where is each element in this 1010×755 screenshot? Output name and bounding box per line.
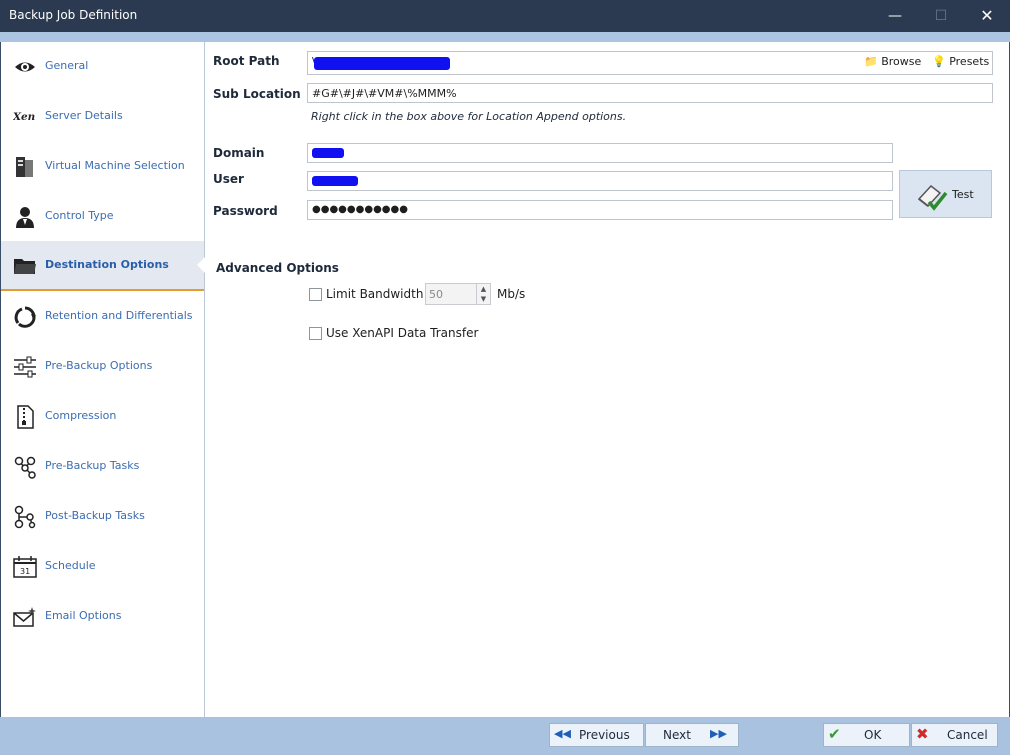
recycle-icon (14, 306, 36, 328)
window-title: Backup Job Definition (9, 8, 138, 22)
sidebar-item-label: Virtual Machine Selection (45, 159, 185, 172)
presets-button[interactable]: 💡 Presets (932, 55, 989, 68)
sidebar-item-retention-and-differentials[interactable]: Retention and Differentials (1, 292, 204, 340)
sidebar-item-email-options[interactable]: Email Options (1, 592, 204, 640)
svg-text:31: 31 (20, 567, 30, 576)
folder-search-icon: 📁 (864, 55, 878, 68)
sidebar: General Xen Server Details Virtual Machi… (1, 42, 205, 717)
sidebar-item-post-backup-tasks[interactable]: Post-Backup Tasks (1, 492, 204, 540)
presets-label: Presets (949, 55, 990, 68)
eraser-check-icon (917, 184, 948, 211)
ok-button[interactable]: ✔ OK (823, 723, 910, 747)
sidebar-item-server-details[interactable]: Xen Server Details (1, 92, 204, 140)
sidebar-item-label: Pre-Backup Options (45, 359, 153, 372)
browse-label: Browse (881, 55, 922, 68)
sidebar-item-pre-backup-tasks[interactable]: Pre-Backup Tasks (1, 442, 204, 490)
footer-bar: ◀◀ Previous Next ▶▶ ✔ OK ✖ Cancel (0, 717, 1010, 755)
xen-logo-icon: Xen (13, 111, 35, 123)
sidebar-item-schedule[interactable]: 31 Schedule (1, 542, 204, 590)
close-button[interactable]: ✕ (964, 0, 1010, 32)
root-path-input[interactable]: \ 📁 Browse 💡 Presets (307, 51, 993, 75)
sidebar-item-pre-backup-options[interactable]: Pre-Backup Options (1, 342, 204, 390)
sub-location-input[interactable]: #G#\#J#\#VM#\%MMM% (307, 83, 993, 103)
minimize-icon: — (888, 8, 902, 24)
folder-icon (14, 259, 36, 274)
envelope-icon (13, 607, 36, 627)
xenapi-transfer-label: Use XenAPI Data Transfer (326, 326, 479, 340)
limit-bandwidth-checkbox[interactable] (309, 288, 322, 301)
test-button[interactable]: Test (899, 170, 992, 218)
sliders-icon (14, 356, 36, 378)
bandwidth-unit: Mb/s (497, 287, 526, 301)
sidebar-item-label: Control Type (45, 209, 114, 222)
xenapi-transfer-checkbox[interactable] (309, 327, 322, 340)
ok-label: OK (864, 728, 882, 742)
password-label: Password (213, 204, 278, 218)
sub-location-value: #G#\#J#\#VM#\%MMM% (312, 87, 457, 100)
close-icon: ✕ (980, 6, 994, 25)
redaction-mark (314, 57, 450, 70)
lightbulb-icon: 💡 (932, 55, 946, 68)
sidebar-item-compression[interactable]: Compression (1, 392, 204, 440)
sidebar-item-label: Email Options (45, 609, 122, 622)
calendar-icon: 31 (13, 556, 37, 578)
sidebar-item-label: Schedule (45, 559, 96, 572)
redaction-mark (312, 176, 358, 186)
destination-options-panel: Root Path \ 📁 Browse 💡 Presets Sub Locat… (205, 42, 1009, 717)
sidebar-item-label: General (45, 59, 89, 72)
advanced-options-heading: Advanced Options (216, 261, 339, 275)
sidebar-item-label: Compression (45, 409, 117, 422)
tasks-icon (14, 456, 36, 479)
sidebar-item-general[interactable]: General (1, 42, 204, 90)
stepper-arrows-icon[interactable]: ▲ ▼ (476, 284, 490, 304)
domain-input[interactable] (307, 143, 893, 163)
bandwidth-stepper[interactable]: 50 ▲ ▼ (425, 283, 491, 305)
user-input[interactable] (307, 171, 893, 191)
previous-button[interactable]: ◀◀ Previous (549, 723, 644, 747)
cross-icon: ✖ (916, 725, 929, 743)
cancel-label: Cancel (947, 728, 988, 742)
maximize-button[interactable]: ☐ (918, 0, 964, 32)
minimize-button[interactable]: — (872, 0, 918, 32)
domain-label: Domain (213, 146, 265, 160)
header-accent-strip (0, 32, 1010, 42)
sidebar-item-control-type[interactable]: Control Type (1, 192, 204, 240)
sidebar-item-label: Destination Options (45, 258, 169, 271)
title-bar: Backup Job Definition — ☐ ✕ (0, 0, 1010, 32)
maximize-icon: ☐ (934, 8, 948, 24)
sidebar-item-virtual-machine-selection[interactable]: Virtual Machine Selection (1, 142, 204, 190)
next-button[interactable]: Next ▶▶ (645, 723, 739, 747)
eye-icon (15, 62, 35, 72)
cancel-button[interactable]: ✖ Cancel (911, 723, 998, 747)
next-label: Next (663, 728, 691, 742)
user-label: User (213, 172, 244, 186)
limit-bandwidth-label: Limit Bandwidth (326, 287, 424, 301)
svg-text:Xen: Xen (13, 111, 35, 123)
checkmark-icon: ✔ (828, 725, 841, 743)
sidebar-item-label: Retention and Differentials (45, 309, 193, 322)
previous-label: Previous (579, 728, 630, 742)
password-value: ●●●●●●●●●●● (312, 204, 408, 215)
zip-file-icon (17, 405, 34, 429)
user-icon (16, 207, 34, 228)
tasks-icon (14, 505, 36, 529)
double-chevron-left-icon: ◀◀ (554, 727, 571, 740)
password-input[interactable]: ●●●●●●●●●●● (307, 200, 893, 220)
sub-location-hint: Right click in the box above for Locatio… (311, 110, 627, 123)
double-chevron-right-icon: ▶▶ (710, 727, 727, 740)
test-label: Test (952, 188, 974, 201)
redaction-mark (312, 148, 344, 158)
sidebar-item-label: Server Details (45, 109, 123, 122)
bandwidth-value: 50 (429, 288, 443, 301)
sidebar-item-destination-options[interactable]: Destination Options (1, 241, 205, 291)
root-path-label: Root Path (213, 54, 280, 68)
sub-location-label: Sub Location (213, 87, 301, 101)
server-icon (16, 157, 33, 177)
sidebar-item-label: Pre-Backup Tasks (45, 459, 140, 472)
sidebar-item-label: Post-Backup Tasks (45, 509, 145, 522)
browse-button[interactable]: 📁 Browse (864, 55, 921, 68)
